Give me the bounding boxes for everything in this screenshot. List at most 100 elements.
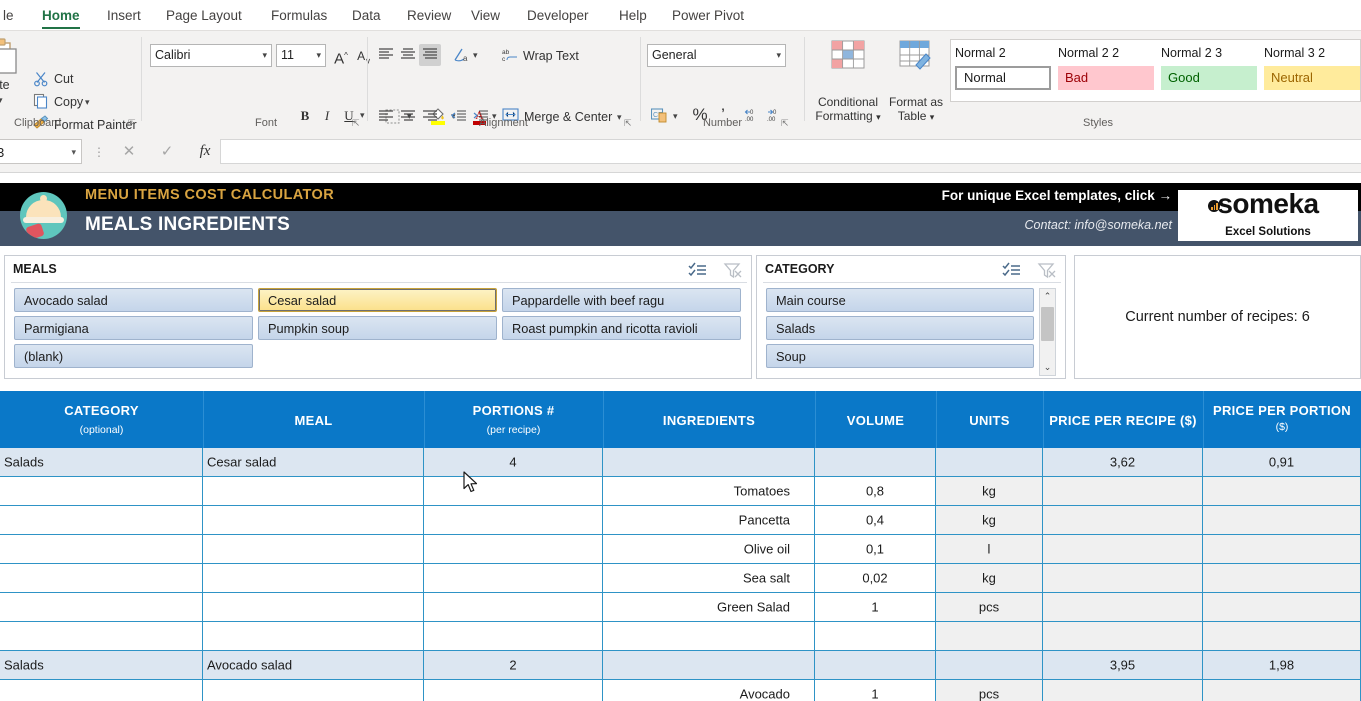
table-cell-volume[interactable] [815,448,936,477]
table-cell-volume[interactable] [815,622,936,651]
table-row[interactable] [0,622,1361,651]
ribbon-tab-review[interactable]: Review [398,0,460,31]
slicer-item-meals[interactable]: Cesar salad [258,288,497,312]
slicer-item-meals[interactable]: Avocado salad [14,288,253,312]
formula-bar-handle[interactable]: ⋮ [93,145,105,159]
table-cell-meal[interactable] [203,477,424,506]
table-cell-units[interactable]: pcs [936,593,1043,622]
slicer-item-meals[interactable]: (blank) [14,344,253,368]
table-cell-price-portion[interactable] [1203,622,1361,651]
banner-cta-link[interactable]: For unique Excel templates, click → [942,188,1172,203]
table-cell-portions[interactable] [424,593,603,622]
table-cell-category[interactable] [0,564,203,593]
table-cell-meal[interactable]: Avocado salad [203,651,424,680]
table-cell-volume[interactable]: 0,1 [815,535,936,564]
table-cell-price-portion[interactable] [1203,477,1361,506]
ribbon-tab-le[interactable]: le [0,0,23,31]
underline-chevron-down-icon[interactable]: ▾ [360,110,365,121]
font-family-select[interactable]: Calibri ▾ [150,44,272,67]
table-cell-meal[interactable] [203,506,424,535]
table-cell-price-recipe[interactable] [1043,535,1203,564]
clear-filter-icon[interactable] [1037,262,1057,280]
table-cell-category[interactable] [0,680,203,701]
table-row[interactable]: Salads Avocado salad 2 3,95 1,98 [0,651,1361,680]
table-cell-meal[interactable] [203,680,424,701]
paste-chevron-down-icon[interactable]: ▾ [0,95,3,106]
ribbon-tab-home[interactable]: Home [33,0,89,31]
table-row[interactable]: Tomatoes 0,8 kg [0,477,1361,506]
scroll-up-icon[interactable]: ⌃ [1040,289,1055,304]
table-cell-price-recipe[interactable]: 3,62 [1043,448,1203,477]
copy-chevron-down-icon[interactable]: ▾ [85,97,90,108]
table-cell-price-portion[interactable] [1203,535,1361,564]
cell-style-good[interactable]: Good [1161,66,1257,90]
table-cell-volume[interactable] [815,651,936,680]
table-cell-meal[interactable] [203,535,424,564]
ribbon-tab-insert[interactable]: Insert [98,0,150,31]
ribbon-tab-view[interactable]: View [462,0,509,31]
multi-select-icon[interactable] [688,262,708,280]
increase-font-size-button[interactable]: A^ [330,45,352,67]
number-format-select[interactable]: General ▾ [647,44,786,67]
wrap-text-button[interactable]: Wrap Text [523,49,579,63]
ribbon-tab-power-pivot[interactable]: Power Pivot [663,0,753,31]
conditional-formatting-button[interactable]: Conditional Formatting ▾ [809,95,887,124]
table-cell-price-portion[interactable] [1203,593,1361,622]
table-cell-ingredient[interactable] [603,651,815,680]
table-cell-category[interactable] [0,506,203,535]
table-row[interactable]: Pancetta 0,4 kg [0,506,1361,535]
clear-filter-icon[interactable] [723,262,743,280]
align-middle-button[interactable] [397,44,419,66]
slicer-item-category[interactable]: Soup [766,344,1034,368]
slicer-scrollbar[interactable]: ⌃ ⌄ [1039,288,1056,376]
cell-style-bad[interactable]: Bad [1058,66,1154,90]
table-cell-price-portion[interactable] [1203,506,1361,535]
table-cell-units[interactable]: pcs [936,680,1043,701]
paste-icon[interactable] [0,37,20,77]
table-cell-ingredient[interactable]: Tomatoes [603,477,815,506]
table-row[interactable]: Avocado 1 pcs [0,680,1361,701]
orientation-chevron-down-icon[interactable]: ▾ [473,50,478,61]
slicer-item-meals[interactable]: Roast pumpkin and ricotta ravioli [502,316,741,340]
ribbon-tab-page-layout[interactable]: Page Layout [157,0,251,31]
table-cell-portions[interactable] [424,477,603,506]
copy-button[interactable]: Copy [54,95,83,109]
table-cell-price-recipe[interactable] [1043,506,1203,535]
table-cell-units[interactable]: kg [936,564,1043,593]
orientation-icon[interactable]: a [453,46,471,69]
table-cell-price-recipe[interactable] [1043,622,1203,651]
table-row[interactable]: Salads Cesar salad 4 3,62 0,91 [0,448,1361,477]
slicer-item-category[interactable]: Salads [766,316,1034,340]
insert-function-button[interactable]: fx [188,139,222,164]
table-row[interactable]: Green Salad 1 pcs [0,593,1361,622]
slicer-item-meals[interactable]: Pappardelle with beef ragu [502,288,741,312]
table-cell-price-recipe[interactable]: 3,95 [1043,651,1203,680]
table-cell-volume[interactable]: 1 [815,680,936,701]
table-cell-ingredient[interactable]: Avocado [603,680,815,701]
table-cell-ingredient[interactable]: Sea salt [603,564,815,593]
table-cell-units[interactable]: kg [936,477,1043,506]
table-cell-portions[interactable] [424,622,603,651]
table-cell-ingredient[interactable] [603,448,815,477]
paste-button[interactable]: aste [0,78,10,92]
table-cell-category[interactable] [0,477,203,506]
slicer-item-category[interactable]: Main course [766,288,1034,312]
number-dialog-launcher[interactable]: ⇱ [781,119,789,128]
table-cell-portions[interactable]: 2 [424,651,603,680]
table-cell-price-recipe[interactable] [1043,680,1203,701]
table-cell-units[interactable] [936,622,1043,651]
table-cell-price-recipe[interactable] [1043,477,1203,506]
table-cell-units[interactable]: l [936,535,1043,564]
table-cell-category[interactable] [0,535,203,564]
table-row[interactable]: Sea salt 0,02 kg [0,564,1361,593]
font-dialog-launcher[interactable]: ⇱ [352,119,360,128]
confirm-entry-button[interactable]: ✓ [150,139,184,164]
someka-logo[interactable]: someka Excel Solutions [1178,188,1358,241]
table-cell-meal[interactable] [203,622,424,651]
table-cell-category[interactable]: Salads [0,448,203,477]
table-cell-meal[interactable]: Cesar salad [203,448,424,477]
cell-styles-gallery[interactable]: Normal 2 Normal Normal 2 2 Bad Normal 2 3 Goo… [950,39,1361,102]
table-cell-units[interactable]: kg [936,506,1043,535]
table-cell-units[interactable] [936,448,1043,477]
table-cell-volume[interactable]: 0,02 [815,564,936,593]
